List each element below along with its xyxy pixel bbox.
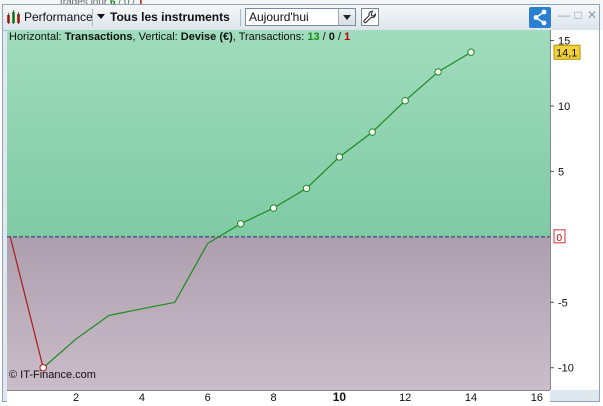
toolbar-divider: [92, 9, 93, 26]
maximize-icon[interactable]: □: [572, 9, 584, 22]
x-tick-label: 2: [73, 392, 79, 403]
winning-count: 13: [307, 31, 320, 43]
data-point[interactable]: [467, 48, 475, 56]
loss-zone: [7, 236, 550, 390]
data-point[interactable]: [401, 96, 409, 105]
horizontal-label: Horizontal:: [9, 31, 65, 43]
instruments-dropdown[interactable]: Tous les instruments: [97, 10, 230, 24]
performance-button[interactable]: Performance: [24, 10, 93, 24]
transactions-label: , Transactions:: [232, 31, 308, 43]
losing-count: 1: [344, 31, 351, 43]
y-axis: 15105-5-10014,1: [550, 30, 599, 390]
chart-header: Horizontal: Transactions, Vertical: Devi…: [9, 31, 350, 43]
close-icon[interactable]: ✕: [586, 9, 598, 22]
period-value: Aujourd'hui: [249, 10, 309, 24]
last-value-label: 14,1: [556, 47, 577, 59]
x-tick-label: 12: [399, 392, 411, 403]
profit-zone: [7, 30, 550, 237]
performance-window: Performance Tous les instruments Aujourd…: [2, 4, 600, 403]
data-point[interactable]: [269, 204, 278, 212]
minimize-icon[interactable]: —: [558, 9, 570, 22]
y-tick-label: -10: [558, 363, 574, 375]
separator: /: [334, 31, 345, 43]
performance-chart[interactable]: [7, 30, 550, 390]
copyright-label: © IT-Finance.com: [9, 369, 96, 381]
separator: /: [319, 31, 329, 43]
y-tick-label: 10: [558, 101, 570, 113]
data-point[interactable]: [434, 68, 442, 76]
wrench-icon: [363, 10, 376, 24]
toolbar: Performance Tous les instruments Aujourd…: [3, 5, 599, 31]
settings-wrench-button[interactable]: [361, 8, 379, 26]
zero-badge-label: 0: [557, 233, 563, 244]
y-tick-label: 5: [558, 166, 564, 178]
instruments-label: Tous les instruments: [110, 10, 230, 24]
data-point[interactable]: [368, 128, 376, 136]
share-icon: [533, 9, 547, 26]
toolbar-divider: [240, 9, 241, 26]
x-tick-label: 10: [333, 390, 347, 403]
x-tick-label: 16: [531, 392, 543, 403]
vertical-value: Devise (€): [180, 31, 233, 43]
x-tick-label: 6: [205, 392, 211, 403]
x-tick-label: 14: [465, 392, 477, 403]
x-tick-label: 8: [271, 392, 277, 403]
period-select[interactable]: Aujourd'hui: [245, 8, 356, 26]
horizontal-value: Transactions: [64, 31, 133, 43]
data-point[interactable]: [335, 153, 344, 161]
performance-chart-icon[interactable]: [6, 9, 22, 25]
vertical-label: , Vertical:: [132, 31, 181, 43]
x-tick-label: 4: [139, 392, 145, 403]
data-point[interactable]: [302, 184, 311, 193]
y-tick-label: -5: [558, 297, 568, 309]
chevron-down-icon[interactable]: [338, 9, 355, 25]
dropdown-arrow-icon: [97, 14, 105, 19]
share-button[interactable]: [529, 7, 551, 28]
x-axis: 2 4 6 8 10 12 14 16: [7, 390, 550, 403]
data-point[interactable]: [236, 220, 245, 228]
